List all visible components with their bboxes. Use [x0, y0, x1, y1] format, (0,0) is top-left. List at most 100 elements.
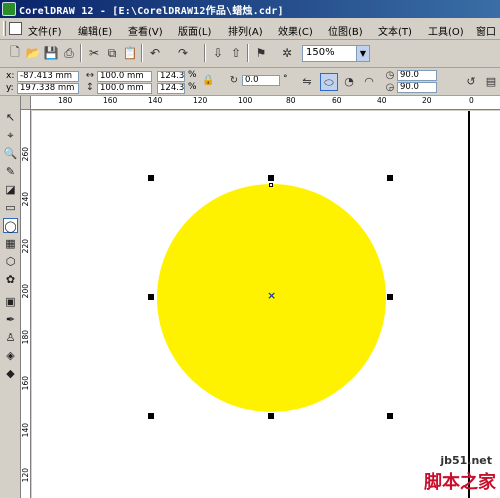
- ruler-tick-label: 100: [238, 96, 253, 105]
- freehand-tool-icon[interactable]: ✎: [3, 164, 18, 179]
- pie-mode-icon[interactable]: ◔: [340, 73, 358, 91]
- corel-online-icon[interactable]: ✲: [278, 44, 296, 62]
- zoom-level-value: 150%: [306, 47, 335, 58]
- ruler-tick-label: 60: [332, 96, 342, 105]
- toolbar-separator: [204, 44, 206, 62]
- selection-handle[interactable]: [387, 294, 393, 300]
- coreldraw-app-icon[interactable]: [2, 2, 16, 16]
- ruler-tick-label: 140: [148, 96, 163, 105]
- interactive-blend-tool-icon[interactable]: ▣: [3, 294, 18, 309]
- menu-arrange[interactable]: 排列(A): [228, 23, 263, 38]
- menu-tools[interactable]: 工具(O): [428, 23, 464, 38]
- menu-window[interactable]: 窗口: [476, 23, 496, 38]
- vertical-ruler[interactable]: 260 240 220 200 180 160 140 120: [21, 110, 31, 498]
- menu-layout[interactable]: 版面(L): [178, 23, 211, 38]
- watermark: jb51.net 脚本之家: [424, 454, 496, 494]
- toolbar-separator: [80, 44, 82, 62]
- center-marker-icon[interactable]: ×: [267, 289, 276, 302]
- ruler-tick-label: 80: [286, 96, 296, 105]
- selection-handle[interactable]: [268, 413, 274, 419]
- selection-handle[interactable]: [268, 175, 274, 181]
- zoom-level-select[interactable]: 150% ▼: [302, 45, 370, 62]
- menu-view[interactable]: 查看(V): [128, 23, 163, 38]
- end-angle-icon: ◶: [385, 82, 395, 93]
- print-icon[interactable]: ⎙: [60, 44, 78, 62]
- paste-icon[interactable]: 📋: [121, 44, 139, 62]
- ruler-tick-label: 180: [58, 96, 73, 105]
- selection-handle[interactable]: [387, 175, 393, 181]
- title-bar: CorelDRAW 12 - [E:\CorelDRAW12作品\蜡烛.cdr]: [0, 0, 500, 18]
- eyedropper-tool-icon[interactable]: ✒: [3, 312, 18, 327]
- menu-bar: 文件(F) 编辑(E) 查看(V) 版面(L) 排列(A) 效果(C) 位图(B…: [0, 18, 500, 40]
- shape-tool-icon[interactable]: ⌖: [3, 128, 18, 143]
- rotation-field[interactable]: 0.0: [242, 75, 280, 86]
- selection-handle[interactable]: [387, 413, 393, 419]
- percent-label: %: [188, 70, 197, 80]
- ruler-corner[interactable]: [21, 96, 31, 110]
- scale-y-field[interactable]: 124.3: [157, 83, 185, 94]
- start-angle-field[interactable]: 90.0: [397, 70, 437, 81]
- selection-handle[interactable]: [148, 294, 154, 300]
- standard-toolbar: 🗋 📂 💾 ⎙ ✂ ⧉ 📋 ↶ ↷ ⇩ ⇧ ⚑ ✲ 150% ▼: [0, 40, 500, 68]
- arc-mode-icon[interactable]: ◠: [360, 73, 378, 91]
- rectangle-tool-icon[interactable]: ▭: [3, 200, 18, 215]
- scale-x-field[interactable]: 124.3: [157, 71, 185, 82]
- y-position-field[interactable]: 197.338 mm: [17, 83, 79, 94]
- wrap-text-icon[interactable]: ▤: [482, 73, 500, 91]
- fill-tool-icon[interactable]: ◈: [3, 348, 18, 363]
- ruler-tick-label: 140: [21, 423, 30, 438]
- ruler-tick-label: 20: [422, 96, 432, 105]
- height-icon: ↕: [85, 82, 95, 93]
- menu-text[interactable]: 文本(T): [378, 23, 412, 38]
- ellipse-tool-icon[interactable]: ◯: [3, 218, 18, 233]
- lock-ratio-icon[interactable]: 🔒: [202, 75, 214, 87]
- ruler-tick-label: 260: [21, 147, 30, 162]
- ruler-tick-label: 180: [21, 330, 30, 345]
- app-launcher-icon[interactable]: ⚑: [252, 44, 270, 62]
- window-title: CorelDRAW 12 - [E:\CorelDRAW12作品\蜡烛.cdr]: [19, 6, 284, 17]
- menu-edit[interactable]: 编辑(E): [78, 23, 112, 38]
- width-icon: ↔: [85, 70, 95, 81]
- menu-effects[interactable]: 效果(C): [278, 23, 313, 38]
- ellipse-node[interactable]: [269, 183, 273, 187]
- document-icon[interactable]: [9, 22, 22, 35]
- open-icon[interactable]: 📂: [24, 44, 42, 62]
- watermark-site: jb51.net: [440, 454, 492, 467]
- height-field[interactable]: 100.0 mm: [97, 83, 152, 94]
- redo-icon[interactable]: ↷: [174, 44, 192, 62]
- mirror-icon[interactable]: ⇋: [298, 73, 316, 91]
- ellipse-mode-icon[interactable]: ⬭: [320, 73, 338, 91]
- pick-tool-icon[interactable]: ↖: [3, 110, 18, 125]
- width-field[interactable]: 100.0 mm: [97, 71, 152, 82]
- x-position-field[interactable]: -87.413 mm: [17, 71, 79, 82]
- smart-fill-tool-icon[interactable]: ◪: [3, 182, 18, 197]
- ruler-tick-label: 200: [21, 284, 30, 299]
- watermark-brand: 脚本之家: [424, 472, 496, 493]
- zoom-tool-icon[interactable]: 🔍: [3, 146, 18, 161]
- drawing-canvas[interactable]: ×: [32, 111, 500, 498]
- import-icon[interactable]: ⇩: [209, 44, 227, 62]
- copy-icon[interactable]: ⧉: [103, 44, 121, 62]
- selection-handle[interactable]: [148, 175, 154, 181]
- basic-shapes-tool-icon[interactable]: ⬡: [3, 254, 18, 269]
- ruler-tick-label: 240: [21, 192, 30, 207]
- interactive-fill-tool-icon[interactable]: ◆: [3, 366, 18, 381]
- menu-file[interactable]: 文件(F): [28, 23, 62, 38]
- export-icon[interactable]: ⇧: [227, 44, 245, 62]
- graph-paper-tool-icon[interactable]: ▦: [3, 236, 18, 251]
- outline-tool-icon[interactable]: ♙: [3, 330, 18, 345]
- horizontal-ruler[interactable]: 180 160 140 120 100 80 60 40 20 0: [31, 96, 500, 110]
- direction-icon[interactable]: ↺: [462, 73, 480, 91]
- ruler-tick-label: 220: [21, 239, 30, 254]
- text-tool-icon[interactable]: ✿: [3, 272, 18, 287]
- toolbar-separator: [247, 44, 249, 62]
- cut-icon[interactable]: ✂: [85, 44, 103, 62]
- new-icon[interactable]: 🗋: [6, 44, 24, 62]
- chevron-down-icon[interactable]: ▼: [356, 46, 369, 61]
- save-icon[interactable]: 💾: [42, 44, 60, 62]
- rotate-icon: ↻: [229, 75, 239, 86]
- undo-icon[interactable]: ↶: [146, 44, 164, 62]
- menu-bitmaps[interactable]: 位图(B): [328, 23, 363, 38]
- end-angle-field[interactable]: 90.0: [397, 82, 437, 93]
- selection-handle[interactable]: [148, 413, 154, 419]
